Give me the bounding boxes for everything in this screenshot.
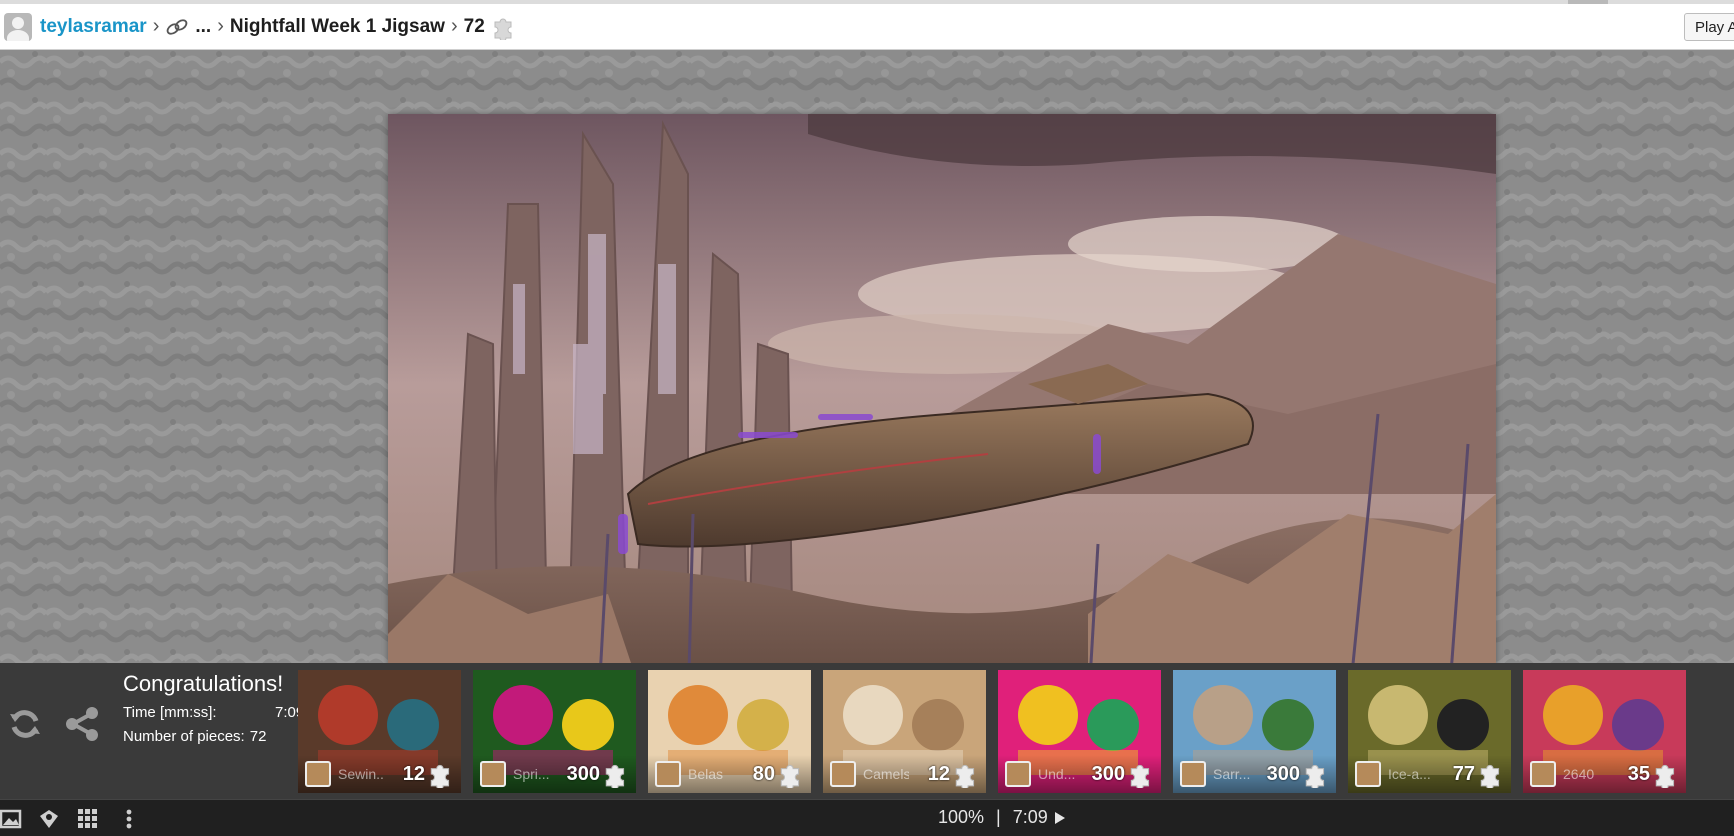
zoom-level[interactable]: 100%	[938, 807, 984, 828]
more-menu-icon[interactable]	[124, 808, 134, 830]
suggested-puzzle-overlay: Belas 80	[648, 755, 811, 793]
owner-avatar	[480, 761, 506, 787]
suggested-puzzle-name: Spri...	[513, 766, 550, 782]
breadcrumb-bar: teylasramar › ... › Nightfall Week 1 Jig…	[0, 0, 1734, 50]
owner-avatar	[1530, 761, 1556, 787]
suggested-puzzle-count: 12	[402, 762, 425, 785]
suggested-puzzle-card[interactable]: Spri... 300	[473, 670, 636, 793]
suggested-puzzle-count: 12	[927, 762, 950, 785]
suggested-puzzle-name: 2640	[1563, 766, 1595, 782]
time-row: Time [mm:ss]: 7:09	[123, 704, 304, 721]
suggested-puzzle-overlay: Ice-a... 77	[1348, 755, 1511, 793]
chevron-right-icon: ›	[450, 15, 458, 37]
owner-avatar	[1005, 761, 1031, 787]
puzzle-board	[0, 50, 1734, 663]
pieces-value: 72	[249, 728, 267, 745]
owner-avatar	[1355, 761, 1381, 787]
puzzle-piece-icon	[1480, 764, 1500, 788]
suggested-puzzle-name: Sarr...	[1213, 766, 1251, 782]
suggested-puzzle-card[interactable]: Ice-a... 77	[1348, 670, 1511, 793]
suggested-puzzle-card[interactable]: Und... 300	[998, 670, 1161, 793]
suggested-puzzle-count: 300	[1266, 762, 1300, 785]
image-preview-icon[interactable]	[0, 808, 22, 830]
replay-icon[interactable]	[6, 705, 44, 743]
time-label: Time [mm:ss]:	[123, 704, 217, 721]
suggested-puzzle-name: Ice-a...	[1388, 766, 1431, 782]
suggested-puzzle-name: Und...	[1038, 766, 1076, 782]
grid-icon[interactable]	[77, 808, 99, 830]
suggested-puzzle-count: 300	[566, 762, 600, 785]
owner-avatar	[655, 761, 681, 787]
owner-avatar	[305, 761, 331, 787]
suggested-puzzle-count: 80	[752, 762, 775, 785]
suggested-puzzle-card[interactable]: 2640 35	[1523, 670, 1686, 793]
bottom-toolbar: 100% | 7:09	[0, 799, 1734, 836]
chevron-right-icon: ›	[217, 15, 224, 37]
puzzle-piece-icon	[955, 764, 975, 788]
breadcrumb-piece-count[interactable]: 72	[464, 16, 485, 38]
pieces-label: Number of pieces:	[123, 728, 245, 745]
edge-pieces-icon[interactable]	[38, 808, 60, 830]
puzzle-piece-icon	[1305, 764, 1325, 788]
owner-avatar	[830, 761, 856, 787]
puzzle-piece-icon	[494, 18, 512, 40]
chevron-right-icon: ›	[152, 15, 160, 37]
suggested-puzzle-overlay: 2640 35	[1523, 755, 1686, 793]
puzzle-piece-icon	[780, 764, 800, 788]
suggested-puzzle-count: 35	[1627, 762, 1650, 785]
suggested-puzzle-count: 300	[1091, 762, 1125, 785]
scrollbar-indicator	[1568, 0, 1608, 4]
play-icon[interactable]	[1052, 810, 1068, 826]
play-button[interactable]: Play A	[1684, 13, 1734, 41]
puzzle-piece-icon	[605, 764, 625, 788]
result-strip: Congratulations! Time [mm:ss]: 7:09 Numb…	[0, 663, 1734, 799]
suggested-puzzle-overlay: Und... 300	[998, 755, 1161, 793]
status-readout: 100% | 7:09	[938, 807, 1068, 828]
suggested-puzzle-overlay: Sarr... 300	[1173, 755, 1336, 793]
puzzle-piece-icon	[1655, 764, 1675, 788]
breadcrumb-user-link[interactable]: teylasramar	[40, 16, 147, 38]
puzzle-piece-icon	[430, 764, 450, 788]
suggested-puzzle-card[interactable]: Sewin... 12	[298, 670, 461, 793]
link-icon[interactable]	[165, 18, 189, 36]
pieces-row: Number of pieces: 72	[123, 728, 304, 745]
suggested-puzzle-name: Camels	[863, 766, 909, 782]
timer-value: 7:09	[1012, 807, 1048, 827]
suggested-puzzle-overlay: Sewin... 12	[298, 755, 461, 793]
owner-avatar	[1180, 761, 1206, 787]
suggested-puzzle-count: 77	[1452, 762, 1475, 785]
congratulations-title: Congratulations!	[123, 671, 284, 696]
status-separator: |	[996, 807, 1001, 827]
share-icon[interactable]	[64, 706, 100, 742]
suggested-puzzle-card[interactable]: Camels 12	[823, 670, 986, 793]
suggested-puzzle-card[interactable]: Belas 80	[648, 670, 811, 793]
breadcrumb-puzzle-title[interactable]: Nightfall Week 1 Jigsaw	[230, 16, 445, 38]
completed-puzzle-image[interactable]	[388, 114, 1496, 663]
suggested-puzzle-overlay: Camels 12	[823, 755, 986, 793]
suggested-puzzle-name: Sewin...	[338, 766, 384, 782]
suggested-puzzle-overlay: Spri... 300	[473, 755, 636, 793]
user-avatar-icon[interactable]	[4, 12, 32, 41]
congratulations-panel: Congratulations! Time [mm:ss]: 7:09 Numb…	[123, 671, 304, 752]
suggested-puzzle-name: Belas	[688, 766, 724, 782]
breadcrumb-ellipsis[interactable]: ...	[195, 16, 211, 38]
puzzle-piece-icon	[1130, 764, 1150, 788]
suggested-puzzle-card[interactable]: Sarr... 300	[1173, 670, 1336, 793]
